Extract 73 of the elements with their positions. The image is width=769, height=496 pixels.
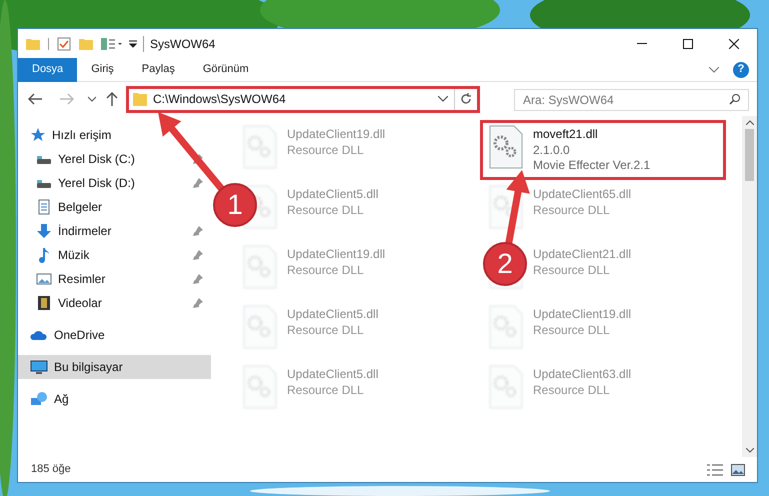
chevron-down-icon[interactable] [438,96,448,102]
help-button[interactable]: ? [733,62,749,78]
address-field[interactable]: C:\Windows\SysWOW64 [126,86,480,112]
file-detail: Resource DLL [533,203,611,218]
file-tile[interactable]: moveft21.dll 2.1.0.0 Movie Effecter Ver.2.1 [480,120,726,180]
chevron-down-icon[interactable] [88,96,96,102]
file-name[interactable]: moveft21.dll [533,125,650,143]
gear-document-icon [243,125,277,169]
gear-document-icon [243,305,277,349]
file-detail: Resource DLL [287,383,365,398]
file-detail: Resource DLL [287,143,365,158]
address-text: C:\Windows\SysWOW64 [153,91,287,108]
monitor-icon [30,359,48,375]
file-detail: Resource DLL [287,203,365,218]
chevron-down-icon[interactable] [709,66,719,72]
ribbon-tab[interactable]: Giriş [77,58,128,82]
search-field[interactable]: Ara: SysWOW64 [514,89,749,111]
gear-document-icon [489,365,523,409]
sidebar-item[interactable]: İndirmeler [18,219,211,243]
tiles-view-icon[interactable] [731,464,745,476]
maximize-icon [683,38,693,48]
sidebar-item[interactable]: Hızlı erişim [18,123,211,147]
sidebar-item[interactable]: Müzik [18,243,211,267]
checklist-icon[interactable] [57,36,71,50]
ribbon-tab[interactable]: Dosya [18,58,78,82]
pin-icon[interactable] [193,178,203,188]
window-title: SysWOW64 [150,36,216,52]
file-detail: Resource DLL [287,263,365,278]
folder-icon [133,92,147,106]
sidebar-item[interactable]: Yerel Disk (D:) [18,171,211,195]
item-count: 185 öğe [31,462,71,478]
sidebar-item[interactable]: Videolar [18,291,211,315]
pin-icon[interactable] [193,274,203,284]
close-icon [729,38,739,48]
ribbon-tab[interactable]: Görünüm [188,58,263,82]
sidebar-item[interactable]: Ağ [18,387,211,411]
pin-icon[interactable] [193,298,203,308]
gear-document-icon [489,185,523,229]
sidebar-item[interactable]: OneDrive [18,323,211,347]
sidebar-item[interactable]: Belgeler [18,195,211,219]
gear-document-icon [243,245,277,289]
chevron-up-icon[interactable] [746,120,754,125]
sidebar-item[interactable]: Resimler [18,267,211,291]
details-view-icon[interactable] [707,464,723,476]
minimize-icon [637,43,647,44]
file-detail: Resource DLL [533,263,611,278]
gear-document-icon [243,365,277,409]
gear-document-icon [489,305,523,349]
dropdown-icon[interactable] [129,40,137,48]
file-detail: 2.1.0.0 [533,143,571,158]
picture-icon [36,271,52,287]
gear-document-icon [489,125,523,169]
ribbon-tab[interactable]: Paylaş [128,58,189,82]
file-detail: Resource DLL [533,323,611,338]
network-icon [30,391,48,407]
file-detail: Resource DLL [533,383,611,398]
pin-icon[interactable] [193,250,203,260]
file-detail: Movie Effecter Ver.2.1 [533,158,650,173]
down-arrow-icon [36,223,52,239]
film-icon [36,295,52,311]
star-icon [30,127,46,143]
properties-icon[interactable] [101,38,123,50]
file-detail: Resource DLL [287,323,365,338]
pin-icon[interactable] [193,226,203,236]
sidebar-item[interactable]: Bu bilgisayar [18,355,211,379]
refresh-icon[interactable] [460,93,472,105]
scroll-thumb[interactable] [745,129,754,181]
up-arrow-icon[interactable] [106,92,118,106]
document-icon [36,199,52,215]
back-arrow-icon[interactable] [28,93,42,105]
scrollbar[interactable] [742,116,757,457]
search-icon[interactable] [729,93,741,105]
chevron-down-icon[interactable] [746,448,754,453]
